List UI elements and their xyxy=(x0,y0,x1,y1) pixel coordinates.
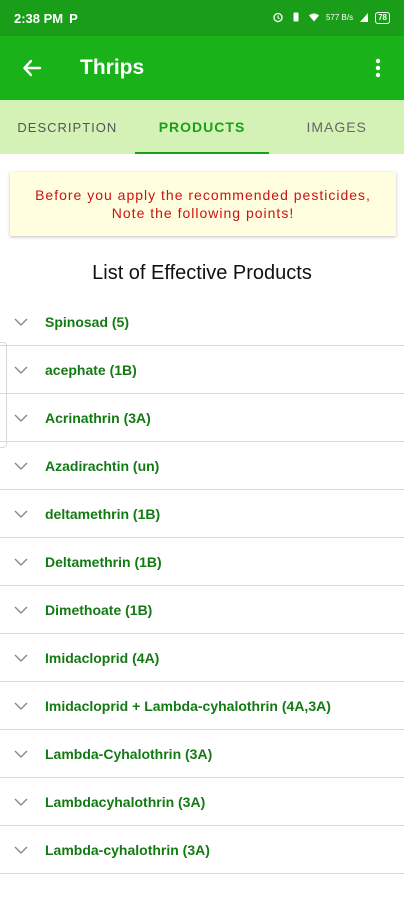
product-item[interactable]: Lambda-Cyhalothrin (3A) xyxy=(0,730,404,778)
chevron-down-icon xyxy=(14,603,28,617)
back-button[interactable] xyxy=(20,56,44,80)
product-label: acephate (1B) xyxy=(45,361,137,378)
tab-description[interactable]: DESCRIPTION xyxy=(0,100,135,154)
product-item[interactable]: Dimethoate (1B) xyxy=(0,586,404,634)
product-label: Azadirachtin (un) xyxy=(45,457,160,474)
chevron-down-icon xyxy=(14,795,28,809)
status-time: 2:38 PM xyxy=(14,10,64,26)
chevron-down-icon xyxy=(14,363,28,377)
list-title: List of Effective Products xyxy=(92,262,312,284)
tab-bar: DESCRIPTION PRODUCTS IMAGES xyxy=(0,100,404,154)
product-item[interactable]: Imidacloprid (4A) xyxy=(0,634,404,682)
product-item[interactable]: Azadirachtin (un) xyxy=(0,442,404,490)
chevron-down-icon xyxy=(14,699,28,713)
product-label: Deltamethrin (1B) xyxy=(45,553,162,570)
product-item[interactable]: Lambda-cyhalothrin (3A) xyxy=(0,826,404,874)
wifi-icon xyxy=(308,11,320,26)
product-item[interactable]: acephate (1B) xyxy=(0,346,404,394)
product-label: Lambda-cyhalothrin (3A) xyxy=(45,841,210,858)
vibrate-icon xyxy=(290,11,302,26)
status-bar: 2:38 PM P 577 B/s 78 xyxy=(0,0,404,36)
product-label: Dimethoate (1B) xyxy=(45,601,153,618)
product-label: deltamethrin (1B) xyxy=(45,505,161,522)
app-bar: Thrips xyxy=(0,36,404,100)
chevron-down-icon xyxy=(14,555,28,569)
parking-app-icon: P xyxy=(69,10,78,26)
status-icons: 577 B/s 78 xyxy=(272,11,390,26)
chevron-down-icon xyxy=(14,843,28,857)
tab-images[interactable]: IMAGES xyxy=(269,100,404,154)
more-vert-icon xyxy=(375,58,381,78)
arrow-left-icon xyxy=(23,59,42,77)
product-label: Spinosad (5) xyxy=(45,313,130,330)
notice-banner[interactable]: Before you apply the recommended pestici… xyxy=(10,172,396,236)
notice-text: Before you apply the recommended pestici… xyxy=(35,187,371,221)
product-item[interactable]: Spinosad (5) xyxy=(0,298,404,346)
chevron-down-icon xyxy=(14,411,28,425)
battery-icon: 78 xyxy=(375,12,390,24)
product-item[interactable]: Deltamethrin (1B) xyxy=(0,538,404,586)
overflow-menu-button[interactable] xyxy=(366,56,390,80)
alarm-icon xyxy=(272,11,284,26)
product-label: Lambda-Cyhalothrin (3A) xyxy=(45,745,213,762)
chevron-down-icon xyxy=(14,747,28,761)
product-item[interactable]: Lambdacyhalothrin (3A) xyxy=(0,778,404,826)
tab-products[interactable]: PRODUCTS xyxy=(134,100,270,154)
chevron-down-icon xyxy=(14,507,28,521)
network-speed: 577 B/s xyxy=(325,13,354,22)
product-item[interactable]: Imidacloprid + Lambda-cyhalothrin (4A,3A… xyxy=(0,682,404,730)
products-list: Spinosad (5) acephate (1B) Acrinathrin (… xyxy=(0,298,404,874)
signal-icon xyxy=(359,11,369,26)
product-item[interactable]: Acrinathrin (3A) xyxy=(0,394,404,442)
chevron-down-icon xyxy=(14,651,28,665)
page-title: Thrips xyxy=(80,56,145,79)
product-item[interactable]: deltamethrin (1B) xyxy=(0,490,404,538)
product-label: Imidacloprid (4A) xyxy=(45,649,160,666)
product-label: Lambdacyhalothrin (3A) xyxy=(45,793,206,810)
product-label: Imidacloprid + Lambda-cyhalothrin (4A,3A… xyxy=(45,697,331,714)
chevron-down-icon xyxy=(14,315,28,329)
product-label: Acrinathrin (3A) xyxy=(45,409,151,426)
chevron-down-icon xyxy=(14,459,28,473)
